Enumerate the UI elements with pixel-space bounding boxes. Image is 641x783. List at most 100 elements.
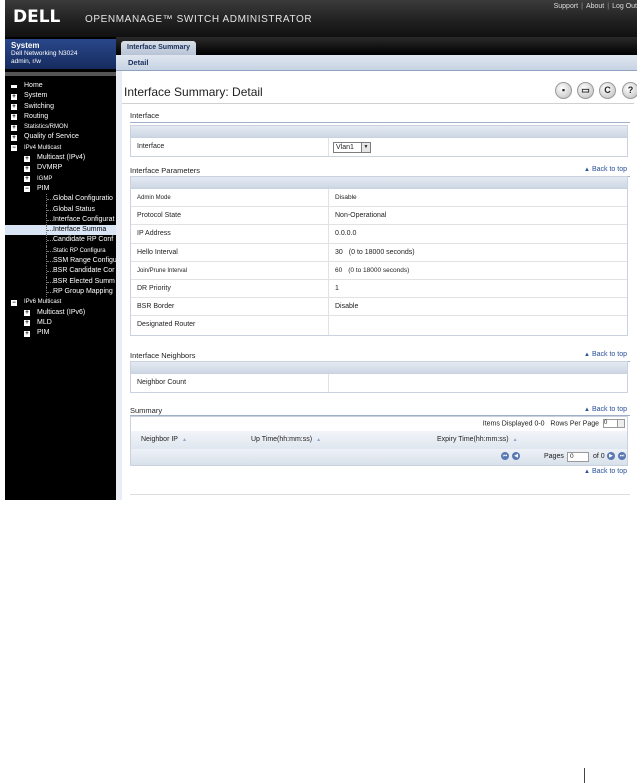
- first-page-icon[interactable]: ⏮: [501, 452, 509, 460]
- expand-plus-icon[interactable]: +: [24, 310, 30, 317]
- logout-link[interactable]: Log Out: [612, 3, 637, 10]
- column-header-up-time[interactable]: Up Time(hh:mm:ss) ▲: [251, 436, 321, 443]
- nav-item-pim[interactable]: − PIM: [5, 184, 116, 194]
- back-to-top-link[interactable]: ▲ Back to top: [584, 406, 627, 413]
- neighbor-count-label: Neighbor Count: [131, 374, 329, 393]
- sort-icon: ▲: [512, 437, 518, 443]
- back-to-top-link[interactable]: ▲ Back to top: [584, 351, 627, 358]
- chevron-down-icon[interactable]: [617, 420, 624, 427]
- collapse-minus-icon[interactable]: −: [24, 186, 30, 193]
- pagination-bar: ⏮ ◀ Pages 0 of 0 ▶ ⏭: [131, 449, 627, 465]
- nav-item-rp-group-mapping[interactable]: RP Group Mapping: [5, 286, 116, 298]
- print-icon[interactable]: ▭: [577, 82, 594, 99]
- system-info-box[interactable]: System Dell Networking N3024 admin, r/w: [5, 39, 116, 69]
- nav-item-multicast-ipv4[interactable]: + Multicast (IPv4): [5, 153, 116, 163]
- support-link[interactable]: Support: [554, 3, 579, 10]
- expand-plus-icon[interactable]: +: [24, 330, 30, 337]
- expand-plus-icon[interactable]: +: [11, 104, 17, 111]
- save-icon[interactable]: ▪: [555, 82, 572, 99]
- param-key: Protocol State: [131, 207, 329, 225]
- rows-per-page-select[interactable]: 0: [603, 419, 625, 428]
- page-title: Interface Summary: Detail: [124, 85, 263, 99]
- param-key: DR Priority: [131, 279, 329, 298]
- refresh-icon[interactable]: C: [599, 82, 616, 99]
- table-row: DR Priority 1: [131, 279, 627, 299]
- param-value-cell: 60 (0 to 18000 seconds): [329, 262, 409, 279]
- nav-tree: Home + System + Switching + Routing + Statis…: [5, 81, 116, 338]
- summary-table-header: Neighbor IP ▲ Up Time(hh:mm:ss) ▲ Expiry T…: [131, 431, 627, 449]
- nav-item-igmp[interactable]: + IGMP: [5, 174, 116, 184]
- param-key: Join/Prune Interval: [131, 261, 329, 279]
- column-header-expiry-time[interactable]: Expiry Time(hh:mm:ss) ▲: [437, 436, 518, 443]
- top-links: Support | About | Log Out: [553, 3, 637, 10]
- expand-plus-icon[interactable]: +: [11, 93, 17, 100]
- nav-item-multicast-ipv6[interactable]: + Multicast (IPv6): [5, 308, 116, 318]
- nav-item-statistics-rmon[interactable]: + Statistics/RMON: [5, 122, 116, 132]
- switch-admin-window: DELL OPENMANAGE™ SWITCH ADMINISTRATOR Su…: [5, 0, 637, 500]
- nav-item-mld[interactable]: + MLD: [5, 318, 116, 328]
- bottom-divider: [130, 494, 630, 495]
- subtab-detail[interactable]: Detail: [128, 58, 148, 67]
- interface-select[interactable]: Vlan1 ▼: [333, 142, 371, 153]
- expand-plus-icon[interactable]: +: [24, 320, 30, 327]
- expand-plus-icon[interactable]: +: [11, 134, 17, 141]
- nav-item-dvmrp[interactable]: + DVMRP: [5, 163, 116, 173]
- collapse-minus-icon[interactable]: −: [11, 145, 17, 152]
- nav-item-static-rp-configuration[interactable]: Static RP Configura: [5, 245, 116, 257]
- back-to-top-link[interactable]: ▲ Back to top: [584, 468, 627, 475]
- back-to-top-link[interactable]: ▲ Back to top: [584, 166, 627, 173]
- nav-item-interface-summary[interactable]: Interface Summa: [5, 225, 116, 236]
- collapse-minus-icon[interactable]: −: [11, 299, 17, 306]
- sidebar-divider: [5, 72, 116, 76]
- interface-cell: Vlan1 ▼: [329, 138, 371, 156]
- expand-plus-icon[interactable]: +: [11, 114, 17, 121]
- sidebar: System Dell Networking N3024 admin, r/w …: [5, 37, 116, 500]
- param-value: Non-Operational: [335, 212, 387, 220]
- nav-item-candidate-rp-configuration[interactable]: Candidate RP Conf: [5, 235, 116, 246]
- neighbor-count-value: [329, 374, 335, 392]
- table-row: Protocol State Non-Operational: [131, 207, 627, 226]
- help-icon[interactable]: ?: [622, 82, 637, 99]
- nav-item-routing[interactable]: + Routing: [5, 112, 116, 122]
- expand-plus-icon[interactable]: +: [11, 124, 17, 131]
- nav-item-ipv6-multicast[interactable]: − IPv6 Multicast: [5, 297, 116, 307]
- nav-item-switching[interactable]: + Switching: [5, 102, 116, 112]
- nav-item-pim-ipv6[interactable]: + PIM: [5, 328, 116, 338]
- chevron-down-icon[interactable]: ▼: [361, 143, 370, 152]
- last-page-icon[interactable]: ⏭: [618, 452, 626, 460]
- section-title-parameters: Interface Parameters: [130, 166, 201, 175]
- expand-plus-icon[interactable]: +: [24, 176, 30, 183]
- nav-item-home[interactable]: Home: [5, 81, 116, 91]
- next-page-icon[interactable]: ▶: [607, 452, 615, 460]
- nav-item-quality-of-service[interactable]: + Quality of Service: [5, 132, 116, 142]
- tab-interface-summary[interactable]: Interface Summary: [121, 41, 197, 55]
- section-title-neighbors: Interface Neighbors: [130, 351, 196, 360]
- about-link[interactable]: About: [586, 3, 604, 10]
- nav-item-system[interactable]: + System: [5, 91, 116, 101]
- title-divider: [122, 103, 634, 104]
- nav-item-global-configuration[interactable]: Global Configuratio: [5, 194, 116, 205]
- dell-logo: DELL: [13, 7, 61, 27]
- table-row: Admin Mode Disable: [131, 189, 627, 208]
- expand-plus-icon[interactable]: +: [24, 155, 30, 162]
- section-rule: [130, 122, 630, 123]
- nav-item-global-status[interactable]: Global Status: [5, 204, 116, 215]
- nav-item-bsr-candidate-configuration[interactable]: BSR Candidate Cor: [5, 266, 116, 277]
- pages-label: Pages: [544, 453, 564, 460]
- table-row: BSR Border Disable: [131, 298, 627, 317]
- page-number-input[interactable]: 0: [567, 452, 589, 462]
- nav-item-ssm-range-configuration[interactable]: SSM Range Configu: [5, 256, 116, 267]
- app-title: OPENMANAGE™ SWITCH ADMINISTRATOR: [85, 14, 313, 25]
- column-header-neighbor-ip[interactable]: Neighbor IP ▲: [141, 436, 187, 443]
- param-value-cell: 30 (0 to 18000 seconds): [329, 244, 415, 261]
- nav-item-bsr-elected-summary[interactable]: BSR Elected Summ: [5, 276, 116, 287]
- nav-item-ipv4-multicast[interactable]: − IPv4 Multicast: [5, 143, 116, 153]
- prev-page-icon[interactable]: ◀: [512, 452, 520, 460]
- system-title: System: [11, 41, 40, 50]
- param-key: Admin Mode: [131, 189, 329, 207]
- items-displayed: Items Displayed 0-0: [482, 420, 545, 428]
- nav-item-interface-configuration[interactable]: Interface Configurat: [5, 214, 116, 226]
- expand-plus-icon[interactable]: +: [24, 165, 30, 172]
- param-value: Disable: [335, 194, 357, 201]
- top-banner: DELL OPENMANAGE™ SWITCH ADMINISTRATOR Su…: [5, 0, 637, 37]
